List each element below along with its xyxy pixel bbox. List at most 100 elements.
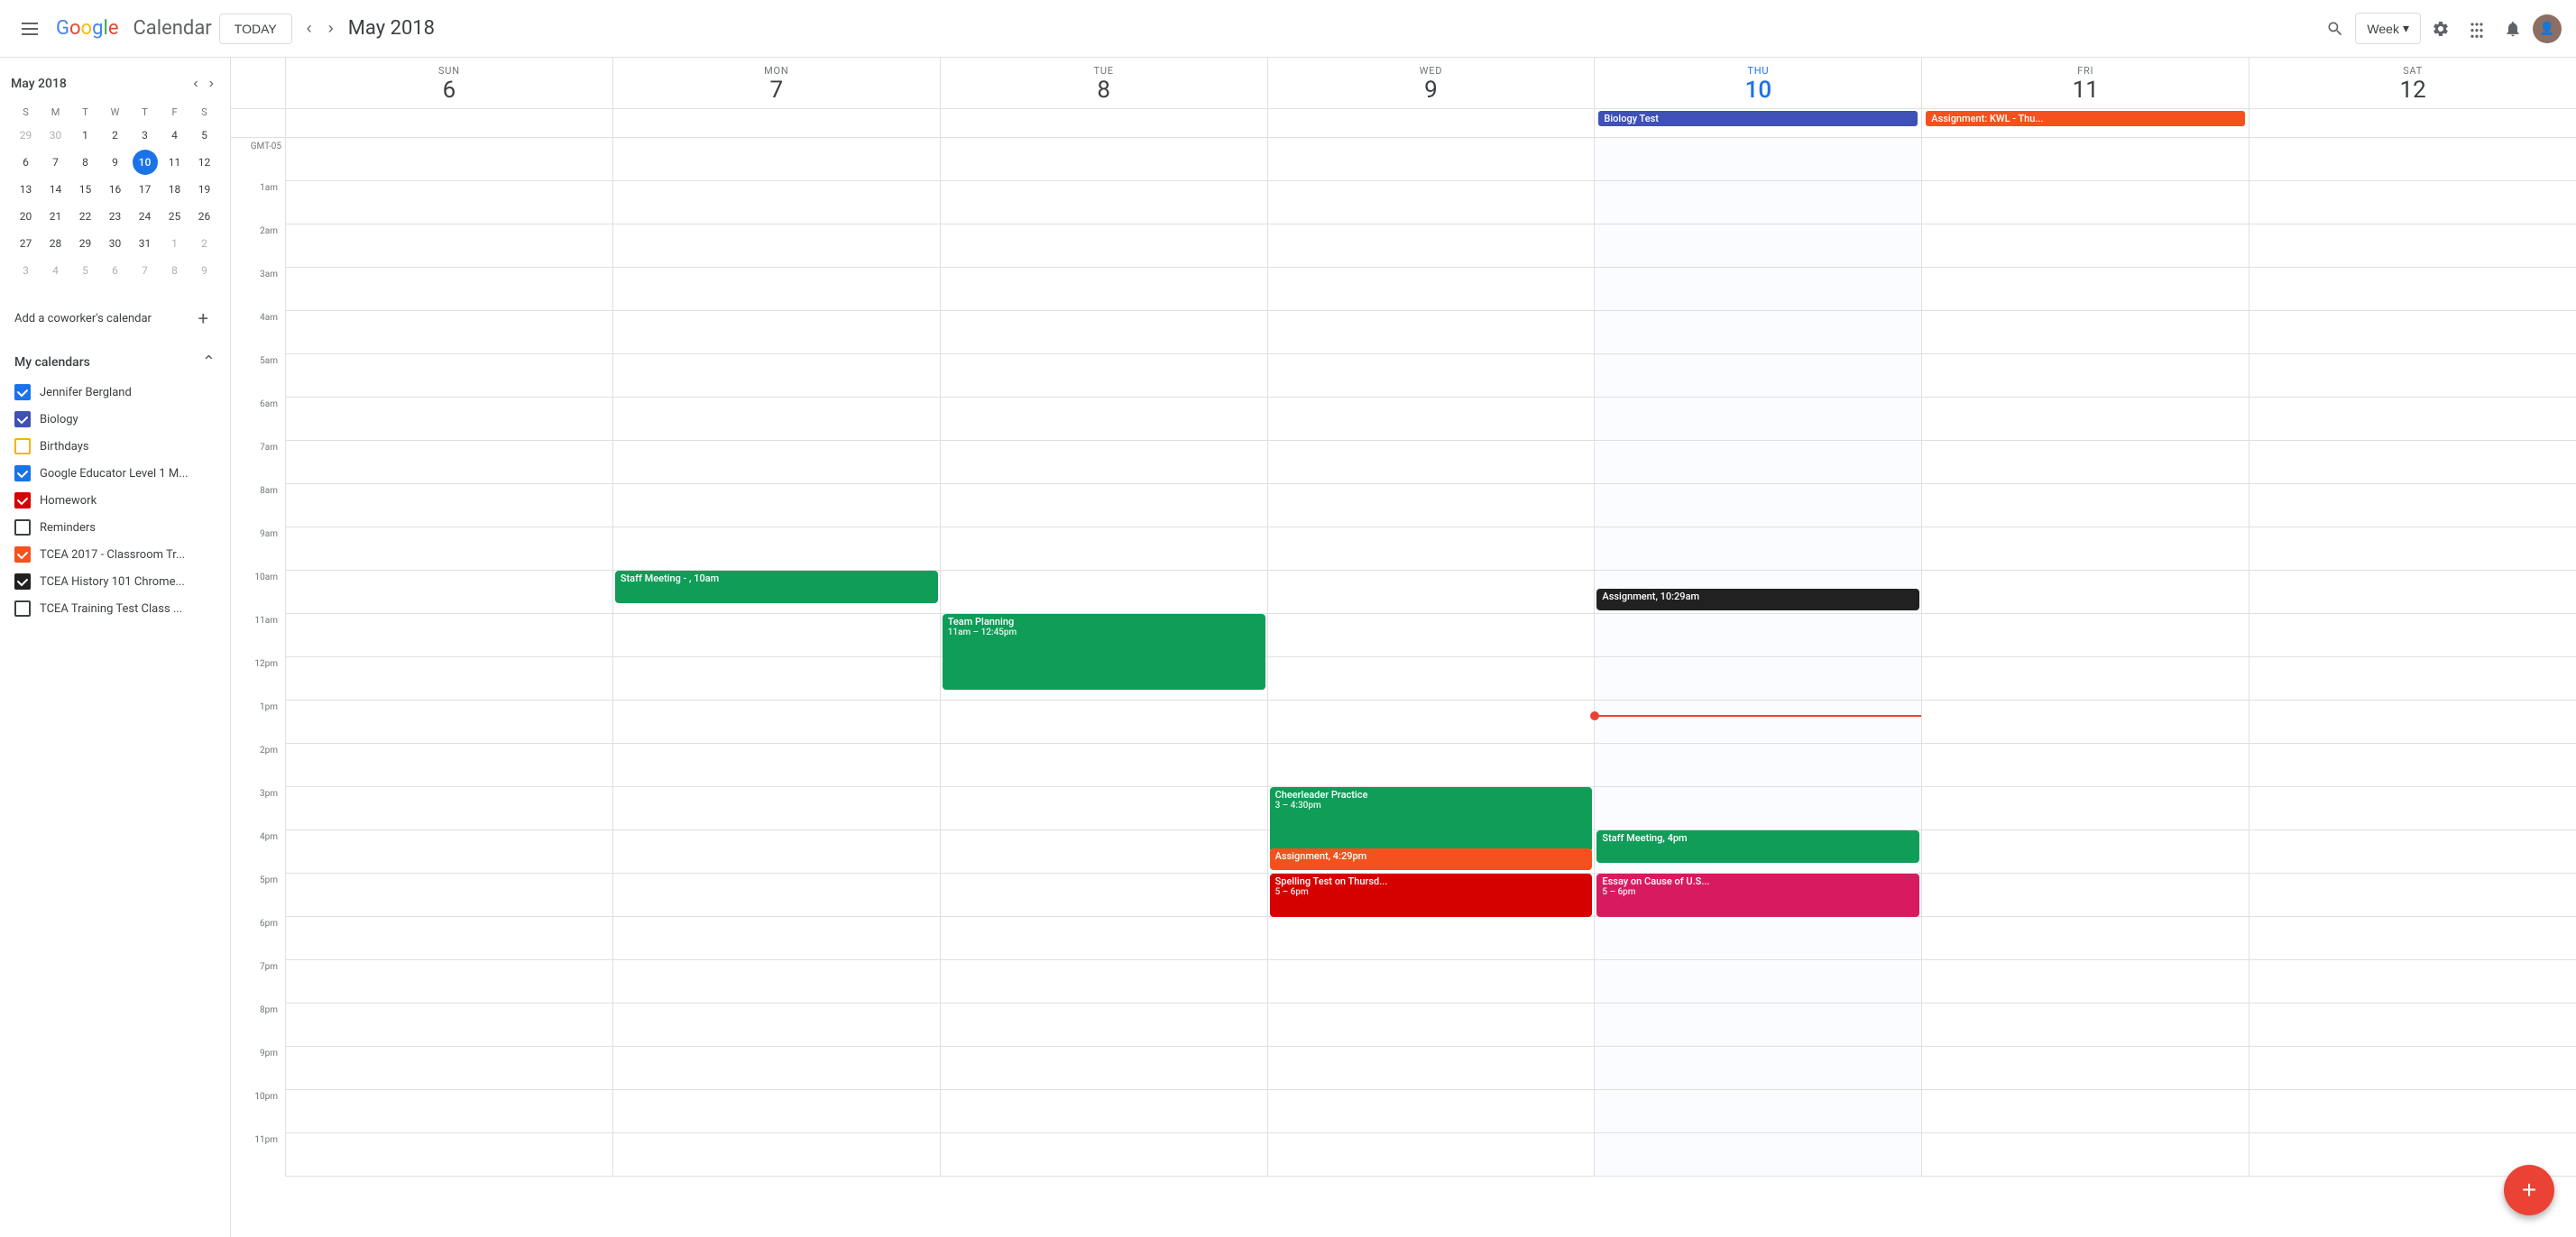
mini-day[interactable]: 29 — [14, 123, 39, 148]
mini-day[interactable]: 16 — [103, 177, 128, 202]
mini-day[interactable]: 19 — [192, 177, 217, 202]
mini-prev-button[interactable]: ‹ — [188, 72, 203, 96]
calendar-event[interactable]: Spelling Test on Thursd...5 – 6pm — [1270, 874, 1593, 917]
mini-day[interactable]: 28 — [43, 231, 69, 256]
mini-day[interactable]: 4 — [162, 123, 188, 148]
mini-day[interactable]: 25 — [162, 204, 188, 229]
mini-day[interactable]: 8 — [73, 150, 98, 175]
mini-day[interactable]: 2 — [103, 123, 128, 148]
hour-line — [613, 1047, 940, 1090]
mini-day[interactable]: 21 — [43, 204, 69, 229]
create-event-fab[interactable]: + — [2504, 1165, 2554, 1215]
add-coworker-calendar[interactable]: Add a coworker's calendar + — [0, 298, 223, 338]
mini-day[interactable]: 13 — [14, 177, 39, 202]
calendar-item-homework[interactable]: Homework — [0, 487, 223, 514]
avatar[interactable]: 👤 — [2533, 14, 2562, 43]
mini-day[interactable]: 4 — [43, 258, 69, 283]
mini-day[interactable]: 5 — [192, 123, 217, 148]
hour-line — [1595, 441, 1921, 484]
mini-day[interactable]: 9 — [192, 258, 217, 283]
mini-day[interactable]: 24 — [133, 204, 158, 229]
mini-day[interactable]: 9 — [103, 150, 128, 175]
calendar-item-birthdays[interactable]: Birthdays — [0, 433, 223, 460]
mini-next-button[interactable]: › — [204, 72, 219, 96]
calendar-checkbox[interactable] — [14, 546, 31, 563]
settings-button[interactable] — [2424, 13, 2457, 45]
hour-line — [286, 917, 612, 960]
calendar-item-jennifer[interactable]: Jennifer Bergland — [0, 379, 223, 406]
mini-day[interactable]: 5 — [73, 258, 98, 283]
mini-day[interactable]: 2 — [192, 231, 217, 256]
mini-day[interactable]: 30 — [103, 231, 128, 256]
main-layout: May 2018 ‹ › S M T W T F S 29 — [0, 58, 2576, 1237]
calendar-checkbox[interactable] — [14, 411, 31, 427]
mini-day[interactable]: 1 — [162, 231, 188, 256]
day-header-sat: Sat 12 — [2249, 58, 2576, 108]
menu-button[interactable] — [14, 14, 45, 44]
calendar-item-reminders[interactable]: Reminders — [0, 514, 223, 541]
calendar-checkbox[interactable] — [14, 465, 31, 481]
mini-day[interactable]: 22 — [73, 204, 98, 229]
event-subtitle: 3 – 4:30pm — [1275, 801, 1587, 811]
calendar-checkbox[interactable] — [14, 600, 31, 617]
calendar-checkbox[interactable] — [14, 573, 31, 590]
today-button[interactable]: TODAY — [219, 14, 292, 44]
mini-day[interactable]: 12 — [192, 150, 217, 175]
mini-day[interactable]: 3 — [14, 258, 39, 283]
mini-day[interactable]: 14 — [43, 177, 69, 202]
time-grid-container[interactable]: 1am2am3am4am5am6am7am8am9am10am11am12pm1… — [231, 138, 2576, 1237]
hour-line — [1268, 657, 1595, 701]
calendar-event[interactable]: Assignment, 4:29pm — [1270, 848, 1593, 870]
calendar-checkbox[interactable] — [14, 384, 31, 400]
mini-day[interactable]: 7 — [43, 150, 69, 175]
calendar-event[interactable]: Staff Meeting - , 10am — [615, 571, 938, 603]
my-calendars-header[interactable]: My calendars ⌃ — [0, 345, 230, 379]
calendar-item-tcea-training[interactable]: TCEA Training Test Class ... — [0, 595, 223, 622]
calendar-event[interactable]: Staff Meeting, 4pm — [1596, 830, 1919, 863]
search-button[interactable] — [2319, 13, 2351, 45]
next-period-button[interactable]: › — [321, 12, 341, 45]
mini-day[interactable]: 20 — [14, 204, 39, 229]
calendar-checkbox[interactable] — [14, 492, 31, 509]
hour-line — [2249, 527, 2576, 571]
calendar-checkbox[interactable] — [14, 438, 31, 454]
mini-day[interactable]: 17 — [133, 177, 158, 202]
mini-day[interactable]: 11 — [162, 150, 188, 175]
calendar-event[interactable]: Essay on Cause of U.S...5 – 6pm — [1596, 874, 1919, 917]
view-selector[interactable]: Week ▾ — [2355, 13, 2421, 44]
mini-day[interactable]: 31 — [133, 231, 158, 256]
calendar-checkbox[interactable] — [14, 519, 31, 536]
time-slot: 11am — [231, 614, 285, 657]
calendar-event[interactable]: Assignment, 10:29am — [1596, 589, 1919, 610]
hour-line — [286, 1003, 612, 1047]
calendar-item-tcea2017[interactable]: TCEA 2017 - Classroom Tr... — [0, 541, 223, 568]
mini-day[interactable]: 8 — [162, 258, 188, 283]
mini-day[interactable]: 6 — [14, 150, 39, 175]
mini-day[interactable]: 15 — [73, 177, 98, 202]
allday-event-assignment-kwl[interactable]: Assignment: KWL - Thu... — [1926, 111, 2245, 126]
mini-day-today[interactable]: 10 — [133, 150, 158, 175]
mini-day[interactable]: 29 — [73, 231, 98, 256]
mini-day[interactable]: 1 — [73, 123, 98, 148]
prev-period-button[interactable]: ‹ — [299, 12, 319, 45]
mini-day[interactable]: 3 — [133, 123, 158, 148]
calendar-event[interactable]: Cheerleader Practice3 – 4:30pm — [1270, 787, 1593, 852]
mini-day[interactable]: 23 — [103, 204, 128, 229]
settings-icon — [2432, 20, 2450, 38]
calendar-item-tcea-history[interactable]: TCEA History 101 Chrome... — [0, 568, 223, 595]
mini-day[interactable]: 27 — [14, 231, 39, 256]
mini-day[interactable]: 26 — [192, 204, 217, 229]
calendar-item-biology[interactable]: Biology — [0, 406, 223, 433]
mini-day[interactable]: 30 — [43, 123, 69, 148]
apps-button[interactable] — [2461, 13, 2493, 45]
notifications-button[interactable] — [2497, 13, 2529, 45]
mini-day[interactable]: 6 — [103, 258, 128, 283]
day-headers: Sun 6 Mon 7 Tue 8 Wed 9 Thu 10 Fri 11 — [231, 58, 2576, 109]
mini-day[interactable]: 18 — [162, 177, 188, 202]
calendar-item-educator[interactable]: Google Educator Level 1 M... — [0, 460, 223, 487]
hour-line — [286, 874, 612, 917]
mini-day[interactable]: 7 — [133, 258, 158, 283]
allday-event-biology-test[interactable]: Biology Test — [1598, 111, 1918, 126]
calendar-event[interactable]: Team Planning11am – 12:45pm — [943, 614, 1265, 690]
day-header-wed: Wed 9 — [1267, 58, 1595, 108]
